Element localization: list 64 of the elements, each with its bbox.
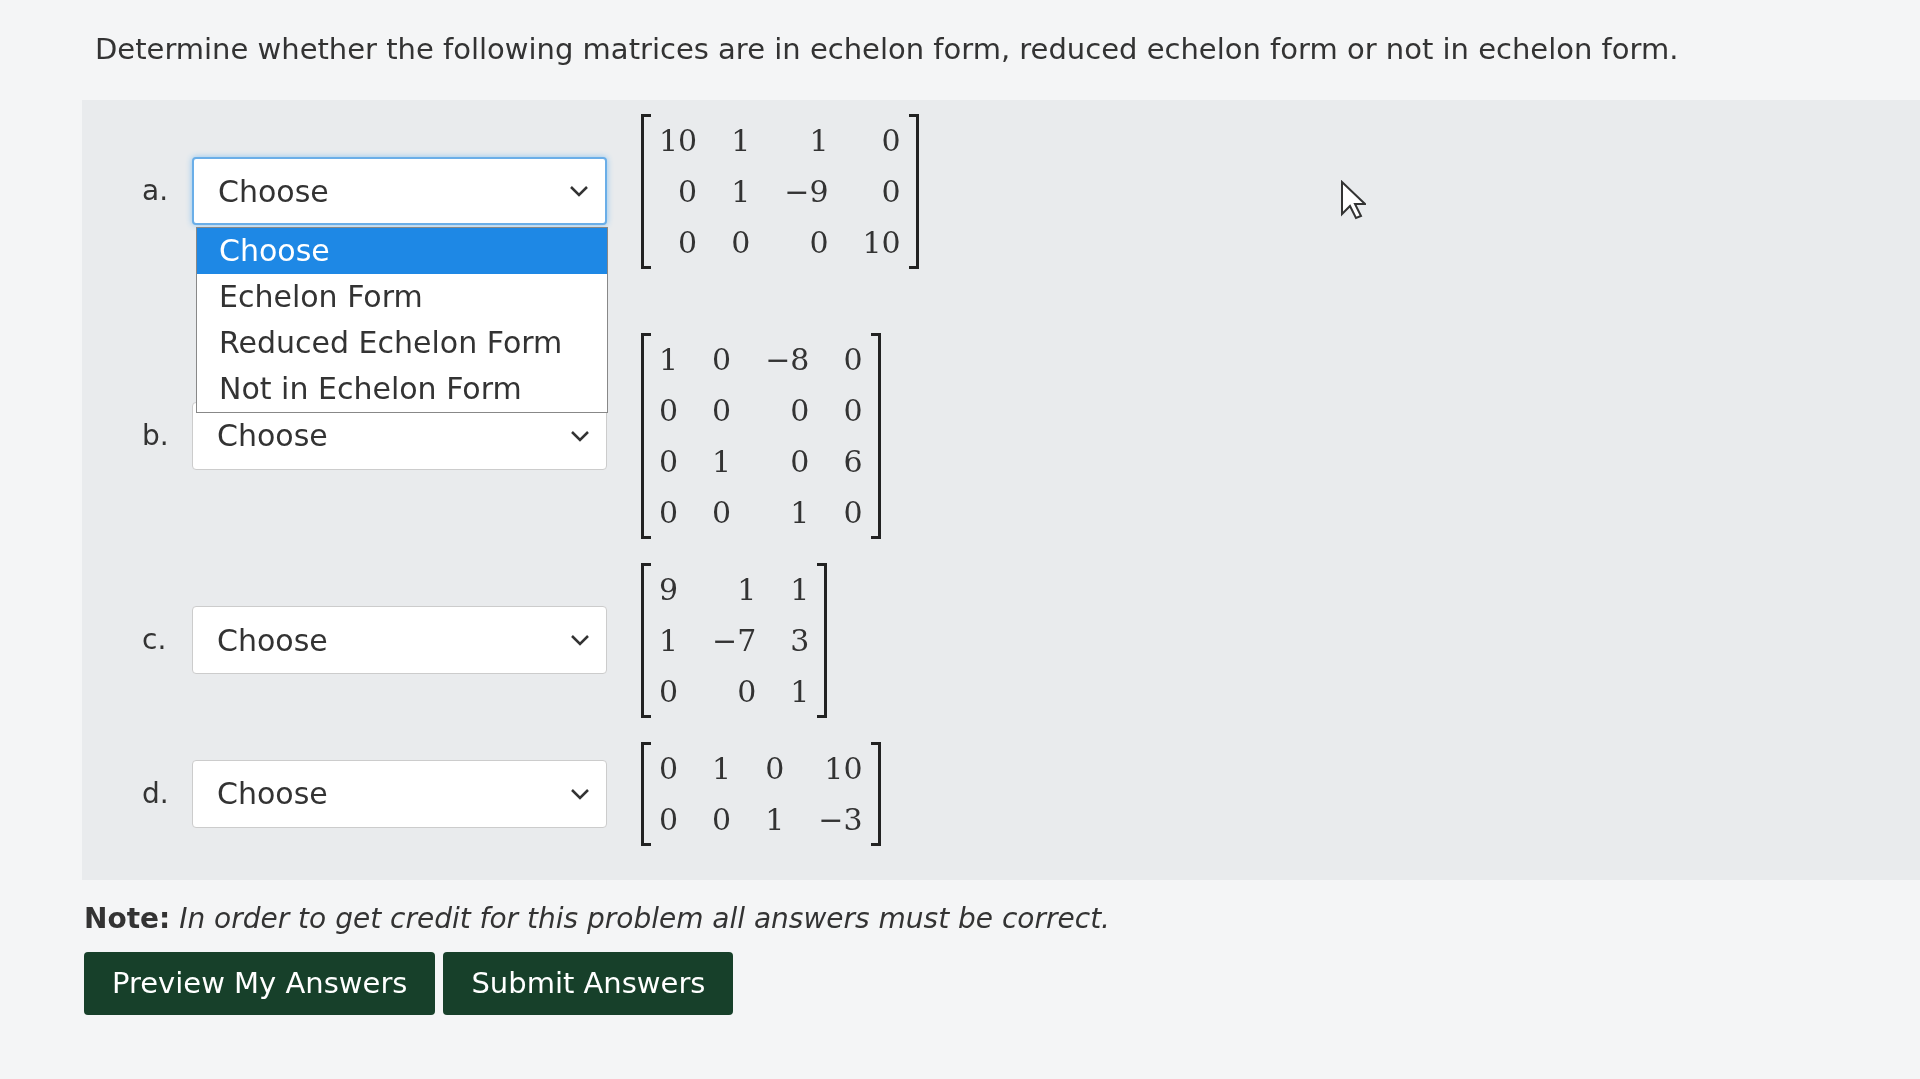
part-label: b. [142, 417, 170, 454]
dropdown-option[interactable]: Choose [197, 228, 607, 274]
submit-button[interactable]: Submit Answers [443, 951, 734, 1015]
chevron-down-icon [569, 185, 589, 197]
matrix-entry: 0 [843, 391, 863, 430]
matrix-entry: 0 [712, 493, 732, 532]
matrix-entry: 10 [862, 223, 901, 262]
matrix-entry: 1 [712, 749, 732, 788]
matrix-entry: 0 [677, 172, 698, 211]
matrix-entry: 6 [843, 442, 863, 481]
question-text: Determine whether the following matrices are in echelon form, reduced echelon form or not in echelon form. [94, 31, 1680, 68]
matrix-entry: −9 [784, 172, 829, 211]
answer-dropdown[interactable]: Choose [192, 759, 607, 828]
dropdown-option[interactable]: Reduced Echelon Form [197, 320, 607, 366]
answer-dropdown[interactable]: Choose [192, 157, 607, 225]
matrix-entry: 0 [659, 749, 679, 788]
matrix-entry: 0 [712, 800, 732, 839]
matrix-entry: 1 [789, 493, 810, 532]
matrix-entry: 0 [843, 340, 863, 379]
matrix-entry: 1 [808, 121, 829, 160]
chevron-down-icon [570, 429, 590, 442]
matrix-entry: −7 [712, 621, 757, 660]
matrix-entry: 0 [659, 672, 679, 711]
matrix-entry: 0 [808, 223, 829, 262]
matrix-entry: 0 [789, 442, 810, 481]
matrix-entry: 0 [731, 223, 751, 262]
matrix-entry: 0 [677, 223, 698, 262]
matrix-entry: 1 [712, 442, 732, 481]
matrix-entry: 3 [790, 621, 810, 660]
chevron-down-icon [570, 634, 590, 646]
matrix-entry: −3 [818, 800, 863, 839]
matrix-entry: 0 [712, 340, 732, 379]
dropdown-option[interactable]: Echelon Form [197, 274, 607, 320]
note-text: Note: In order to get credit for this problem all answers must be correct. [84, 900, 1111, 937]
matrix-entry: 0 [659, 391, 679, 430]
matrix-entry: 0 [712, 391, 732, 430]
matrix-entry: 1 [736, 570, 757, 609]
part-label: d. [142, 775, 170, 812]
matrix-entry: 0 [843, 493, 863, 532]
matrix-entry: 1 [790, 672, 810, 711]
matrix-entry: 0 [789, 391, 810, 430]
answer-dropdown[interactable]: Choose [192, 606, 607, 674]
matrix-entry: 1 [765, 800, 785, 839]
matrix-entry: 0 [659, 800, 679, 839]
matrix-entry: 1 [659, 340, 679, 379]
matrix-entry: 0 [659, 442, 679, 481]
preview-button[interactable]: Preview My Answers [84, 951, 436, 1015]
mouse-pointer-icon [1340, 180, 1366, 220]
matrix-entry: 0 [880, 172, 901, 211]
matrix-entry: 0 [659, 493, 679, 532]
matrix-entry: 10 [823, 749, 863, 788]
matrix-entry: 1 [790, 570, 810, 609]
part-label: c. [142, 622, 168, 658]
part-label: a. [142, 173, 170, 209]
matrix-entry: 1 [731, 121, 751, 160]
matrix-entry: −8 [765, 340, 810, 379]
matrix-entry: 0 [880, 121, 901, 160]
matrix-entry: 1 [731, 172, 751, 211]
matrix-entry: 10 [659, 121, 698, 160]
chevron-down-icon [570, 787, 590, 800]
matrix-entry: 9 [659, 570, 679, 609]
matrix-entry: 0 [736, 672, 757, 711]
matrix-entry: 0 [765, 749, 785, 788]
matrix-entry: 1 [659, 621, 679, 660]
